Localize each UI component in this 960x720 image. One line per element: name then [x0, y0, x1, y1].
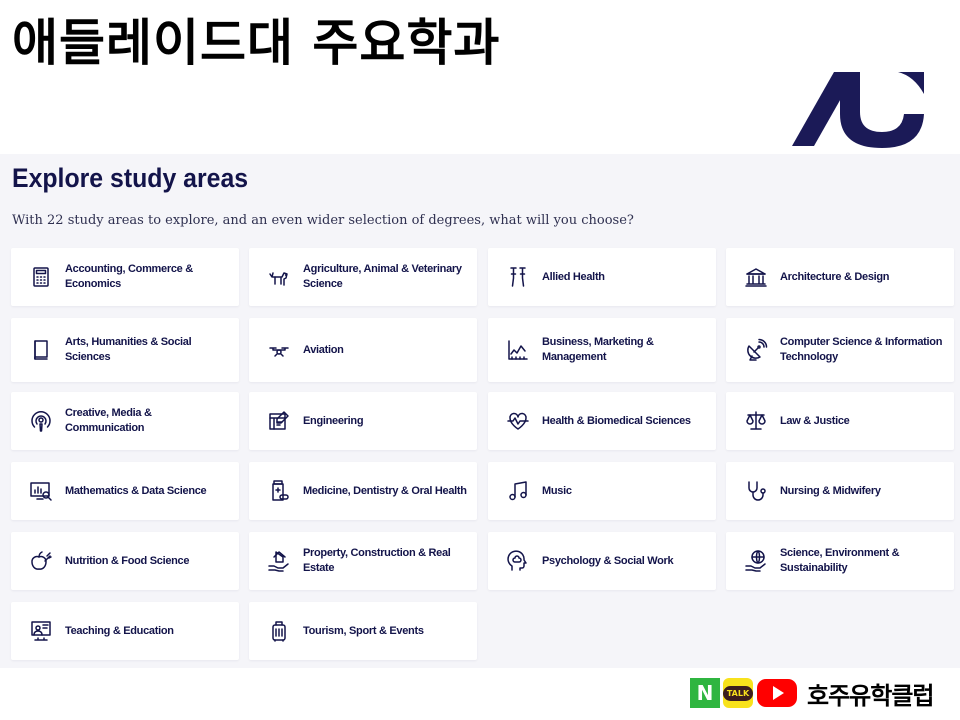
podcast-icon [29, 409, 53, 433]
study-area-card[interactable]: Agriculture, Animal & Veterinary Science [249, 248, 477, 306]
study-area-card[interactable]: Creative, Media & Communication [11, 392, 239, 450]
study-area-card[interactable]: Business, Marketing & Management [488, 318, 716, 382]
naver-icon[interactable]: N [690, 678, 720, 708]
study-area-card[interactable]: Allied Health [488, 248, 716, 306]
study-area-card[interactable]: Aviation [249, 318, 477, 382]
study-area-label: Agriculture, Animal & Veterinary Science [303, 263, 462, 290]
kakao-talk-icon[interactable]: TALK [722, 678, 754, 708]
line-chart-icon [506, 338, 530, 362]
study-area-label: Engineering [303, 414, 364, 427]
study-area-card[interactable]: Property, Construction & Real Estate [249, 532, 477, 590]
calculator-icon [29, 265, 53, 289]
stethoscope-icon [744, 479, 768, 503]
study-area-label: Law & Justice [780, 414, 850, 427]
study-area-label: Accounting, Commerce & Economics [65, 263, 193, 290]
crutches-icon [506, 265, 530, 289]
chart-magnifier-icon [29, 479, 53, 503]
study-area-label: Teaching & Education [65, 624, 174, 637]
study-area-card[interactable]: Medicine, Dentistry & Oral Health [249, 462, 477, 520]
study-area-card[interactable]: Nutrition & Food Science [11, 532, 239, 590]
blueprint-icon [267, 409, 291, 433]
study-area-card[interactable]: Psychology & Social Work [488, 532, 716, 590]
study-area-label: Property, Construction & Real Estate [303, 547, 451, 574]
study-area-label: Allied Health [542, 270, 605, 283]
apple-carrot-icon [29, 549, 53, 573]
study-area-label: Nutrition & Food Science [65, 554, 190, 567]
study-area-card[interactable]: Computer Science & Information Technolog… [726, 318, 954, 382]
study-area-label: Music [542, 484, 572, 497]
brand-name: 호주유학클럽 [807, 681, 934, 710]
university-logo [792, 72, 924, 148]
study-area-card[interactable]: Science, Environment & Sustainability [726, 532, 954, 590]
study-area-label: Nursing & Midwifery [780, 484, 881, 497]
study-area-card[interactable]: Law & Justice [726, 392, 954, 450]
luggage-icon [267, 619, 291, 643]
drone-icon [267, 338, 291, 362]
study-area-card[interactable]: Music [488, 462, 716, 520]
heartbeat-icon [506, 409, 530, 433]
book-icon [29, 338, 53, 362]
study-area-label: Architecture & Design [780, 270, 890, 283]
section-heading: Explore study areas [12, 163, 249, 193]
study-area-card[interactable]: Accounting, Commerce & Economics [11, 248, 239, 306]
study-area-card[interactable]: Engineering [249, 392, 477, 450]
scales-icon [744, 409, 768, 433]
study-area-label: Psychology & Social Work [542, 554, 674, 567]
study-area-card[interactable]: Tourism, Sport & Events [249, 602, 477, 660]
presentation-icon [29, 619, 53, 643]
head-brain-icon [506, 549, 530, 573]
study-area-label: Business, Marketing & Management [542, 336, 654, 363]
study-area-label: Aviation [303, 343, 344, 356]
youtube-icon[interactable] [756, 678, 798, 708]
study-area-label: Mathematics & Data Science [65, 484, 207, 497]
footer-brand: N TALK 호주유학클럽 [690, 676, 934, 710]
study-area-card[interactable]: Architecture & Design [726, 248, 954, 306]
study-area-card[interactable]: Health & Biomedical Sciences [488, 392, 716, 450]
study-area-card[interactable]: Mathematics & Data Science [11, 462, 239, 520]
section-subtitle: With 22 study areas to explore, and an e… [12, 213, 634, 228]
music-note-icon [506, 479, 530, 503]
building-columns-icon [744, 265, 768, 289]
study-area-card[interactable]: Arts, Humanities & Social Sciences [11, 318, 239, 382]
study-area-label: Arts, Humanities & Social Sciences [65, 336, 192, 363]
study-area-label: Health & Biomedical Sciences [542, 414, 691, 427]
study-area-card[interactable]: Teaching & Education [11, 602, 239, 660]
study-area-label: Medicine, Dentistry & Oral Health [303, 484, 467, 497]
hand-globe-icon [744, 549, 768, 573]
satellite-dish-icon [744, 338, 768, 362]
study-area-label: Tourism, Sport & Events [303, 624, 424, 637]
medicine-bottle-icon [267, 479, 291, 503]
study-area-label: Science, Environment & Sustainability [780, 547, 900, 574]
hand-house-icon [267, 549, 291, 573]
dog-icon [267, 265, 291, 289]
korean-page-title: 애들레이드대 주요학과 [12, 14, 501, 72]
study-area-label: Creative, Media & Communication [65, 407, 152, 434]
study-area-card[interactable]: Nursing & Midwifery [726, 462, 954, 520]
study-area-label: Computer Science & Information Technolog… [780, 336, 943, 363]
